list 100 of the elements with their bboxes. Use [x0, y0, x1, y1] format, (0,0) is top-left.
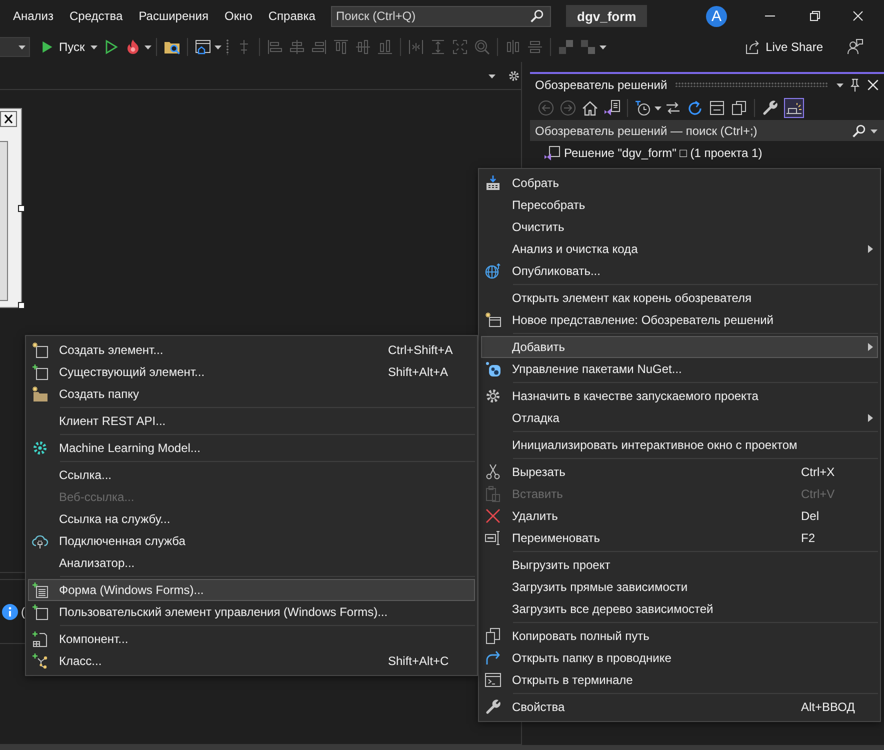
menu-item[interactable]: Открыть в терминале: [481, 669, 878, 691]
terminal-icon: [485, 672, 501, 688]
tree-item[interactable]: Решение "dgv_form" □ (1 проекта 1): [530, 143, 884, 163]
menu-item[interactable]: Очистить: [481, 216, 878, 238]
menu-item[interactable]: Средства: [62, 6, 131, 26]
clock-icon[interactable]: [635, 100, 651, 116]
window-layout-icon[interactable]: [194, 39, 211, 55]
globe-icon: [485, 263, 501, 279]
configuration-dropdown[interactable]: [0, 37, 30, 57]
resize-handle[interactable]: [18, 302, 25, 309]
copy-icon: [485, 628, 501, 644]
menu-item[interactable]: Удалить Del: [481, 505, 878, 527]
settings-icon[interactable]: [508, 70, 520, 82]
sync-arrows-icon[interactable]: [665, 100, 681, 116]
menu-item[interactable]: Существующий элемент... Shift+Alt+A: [28, 361, 475, 383]
feedback-icon[interactable]: [847, 39, 863, 55]
rename-icon: [485, 530, 501, 546]
overlapping-squares-icon[interactable]: [731, 100, 747, 116]
menu-item[interactable]: Ссылка на службу...: [28, 508, 475, 530]
run-button[interactable]: Пуск: [38, 36, 100, 58]
menu-item[interactable]: Отладка: [481, 407, 878, 429]
account-avatar[interactable]: A: [706, 6, 727, 26]
menu-item[interactable]: Свойства Alt+ВВОД: [481, 696, 878, 718]
search-icon[interactable]: [852, 124, 866, 138]
menu-item[interactable]: Выгрузить проект: [481, 554, 878, 576]
caret-icon[interactable]: [144, 43, 152, 51]
refresh-icon[interactable]: [687, 100, 703, 116]
menu-item[interactable]: Создать элемент... Ctrl+Shift+A: [28, 339, 475, 361]
message-text: (: [21, 604, 25, 618]
search-icon[interactable]: [530, 9, 544, 23]
menu-item[interactable]: Класс... Shift+Alt+C: [28, 650, 475, 672]
menu-item[interactable]: Открыть элемент как корень обозревателя: [481, 287, 878, 309]
grip-handle[interactable]: [675, 82, 828, 87]
menu-item[interactable]: Анализатор...: [28, 552, 475, 574]
menu-item[interactable]: Загрузить прямые зависимости: [481, 576, 878, 598]
dropdown-caret-icon[interactable]: [836, 80, 844, 88]
menu-item[interactable]: Вырезать Ctrl+X: [481, 461, 878, 483]
menu-item[interactable]: Подключенная служба: [28, 530, 475, 552]
menu-item[interactable]: Создать папку: [28, 383, 475, 405]
clipboard-icon: [485, 486, 501, 502]
menu-item[interactable]: Управление пакетами NuGet...: [481, 358, 878, 380]
hierarchy-plus-icon: [32, 653, 48, 669]
share-icon: [744, 39, 761, 55]
close-icon[interactable]: [853, 11, 863, 21]
menu-item[interactable]: Переименовать F2: [481, 527, 878, 549]
preview-toggle[interactable]: [784, 98, 804, 118]
resize-handle[interactable]: [18, 205, 25, 212]
document-icon[interactable]: [604, 100, 620, 116]
live-share-button[interactable]: Live Share: [742, 36, 825, 58]
menu-item[interactable]: Новое представление: Обозреватель решений: [481, 309, 878, 331]
menu-item[interactable]: Справка: [260, 6, 324, 26]
caret-icon[interactable]: [90, 43, 98, 51]
window-sparkle-icon: [485, 312, 501, 328]
menu-item[interactable]: Ссылка...: [28, 464, 475, 486]
menu-item[interactable]: Клиент REST API...: [28, 410, 475, 432]
solution-icon: [544, 145, 560, 161]
cloud-plug-icon: [32, 533, 48, 549]
menu-item[interactable]: Анализ: [5, 6, 62, 26]
square-plus-icon: [32, 364, 48, 380]
restore-icon[interactable]: [810, 11, 820, 21]
caret-icon[interactable]: [214, 43, 222, 51]
menu-item[interactable]: Копировать полный путь: [481, 625, 878, 647]
menu-item[interactable]: Добавить: [481, 336, 878, 358]
toolbar-grip[interactable]: [226, 39, 229, 55]
caret-icon[interactable]: [870, 126, 878, 134]
scissors-icon: [485, 464, 501, 480]
list-window-plus-icon: [32, 582, 48, 598]
overflow-caret-icon[interactable]: [598, 43, 607, 51]
menu-item[interactable]: Открыть папку в проводнике: [481, 647, 878, 669]
menu-item[interactable]: Анализ и очистка кода: [481, 238, 878, 260]
collapse-icon[interactable]: [709, 100, 725, 116]
square-plus-icon: [32, 604, 48, 620]
menu-item[interactable]: Загрузить все дерево зависимостей: [481, 598, 878, 620]
pin-icon[interactable]: [848, 78, 862, 92]
menu-item[interactable]: Окно: [216, 6, 260, 26]
square-sparkle-icon: [32, 342, 48, 358]
menu-item[interactable]: Форма (Windows Forms)...: [28, 579, 475, 601]
menu-item[interactable]: Расширения: [130, 6, 216, 26]
menu-item[interactable]: Собрать: [481, 172, 878, 194]
search-field[interactable]: Поиск (Ctrl+Q): [331, 6, 551, 26]
menu-item[interactable]: Инициализировать интерактивное окно с проектом: [481, 434, 878, 456]
dropdown-caret-icon[interactable]: [488, 72, 496, 80]
search-field[interactable]: Обозреватель решений — поиск (Ctrl+;): [530, 120, 884, 141]
wrench-icon[interactable]: [762, 100, 778, 116]
flame-icon[interactable]: [124, 39, 141, 55]
menu-item[interactable]: Пересобрать: [481, 194, 878, 216]
home-icon[interactable]: [582, 100, 598, 116]
menu-item[interactable]: Опубликовать...: [481, 260, 878, 282]
folder-search-icon[interactable]: [164, 39, 180, 55]
minimize-icon[interactable]: [765, 15, 775, 17]
close-icon[interactable]: [866, 78, 880, 92]
solution-name: dgv_form: [566, 5, 648, 27]
menu-item[interactable]: Machine Learning Model...: [28, 437, 475, 459]
menu-item[interactable]: Назначить в качестве запускаемого проекта: [481, 385, 878, 407]
menu-item[interactable]: Пользовательский элемент управления (Windows Forms)...: [28, 601, 475, 623]
play-icon: [40, 40, 54, 54]
caret-icon[interactable]: [654, 104, 662, 112]
dotted-tile-icon: [485, 361, 501, 377]
menu-item[interactable]: Компонент...: [28, 628, 475, 650]
info-icon: [2, 604, 18, 620]
